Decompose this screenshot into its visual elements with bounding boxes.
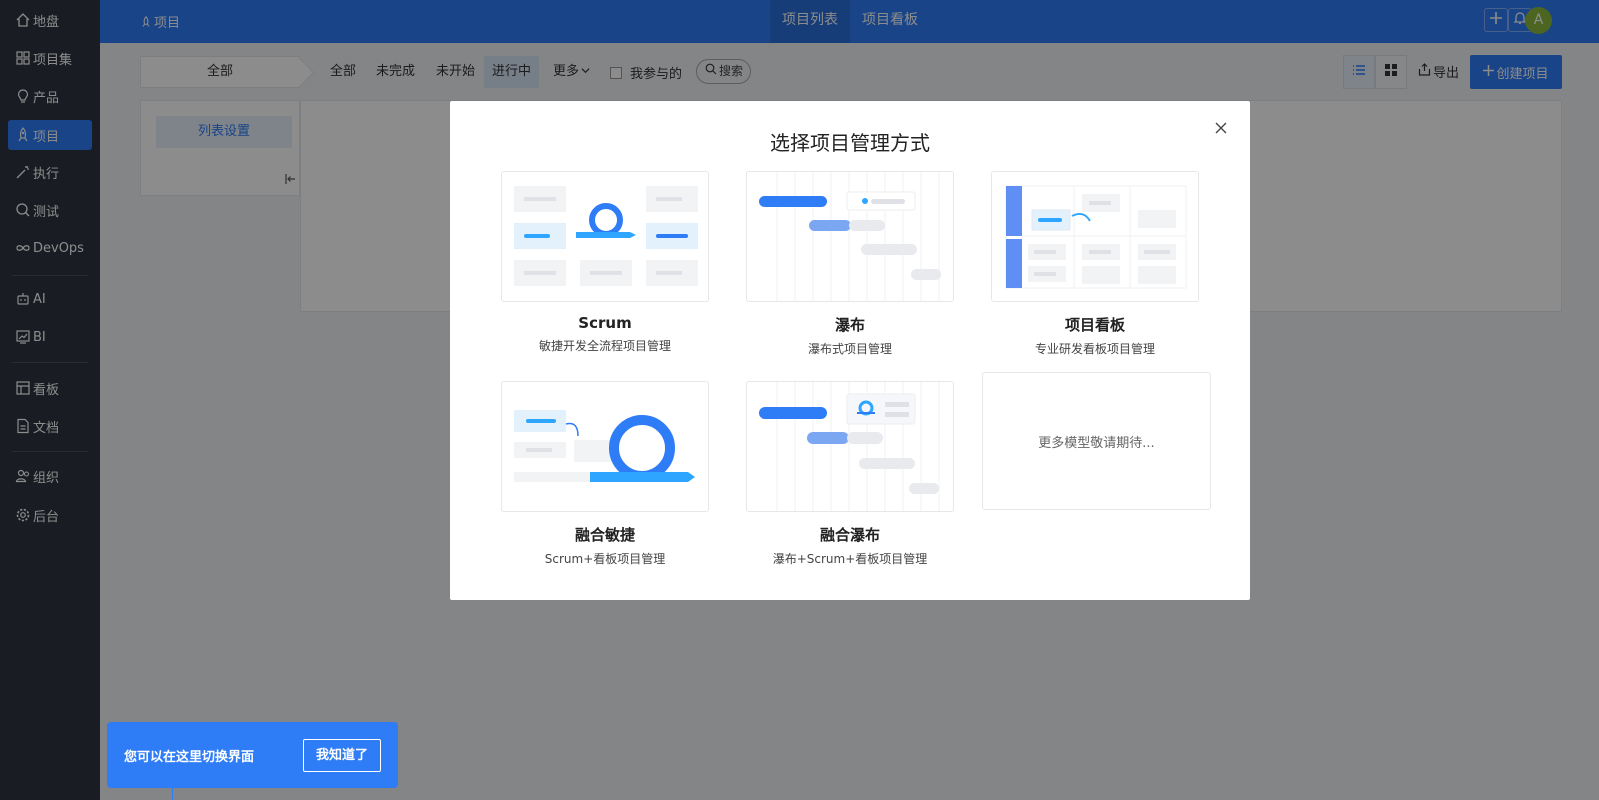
card-title: 融合瀑布	[819, 526, 880, 544]
modal-title: 选择项目管理方式	[770, 131, 930, 155]
choose-model-dialog: 选择项目管理方式 Scrum 敏捷开发全流程项目管理 瀑布 瀑布式项目管理 项目…	[450, 101, 1250, 600]
got-it-button[interactable]: 我知道了	[303, 739, 381, 772]
model-card-waterfall[interactable]: 瀑布 瀑布式项目管理	[746, 171, 954, 357]
card-description: Scrum+看板项目管理	[544, 552, 666, 566]
close-icon[interactable]	[1212, 119, 1230, 137]
card-description: 瀑布式项目管理	[807, 342, 892, 356]
scrum-illustration	[501, 171, 709, 302]
model-card-waterfall-plus[interactable]: 融合瀑布 瀑布+Scrum+看板项目管理	[746, 381, 954, 567]
card-title: 融合敏捷	[574, 526, 635, 544]
waterfall-illustration	[746, 171, 954, 302]
card-description: 瀑布+Scrum+看板项目管理	[772, 552, 928, 566]
waterfall-plus-illustration	[746, 381, 954, 512]
tooltip-pointer	[172, 788, 173, 800]
kanban-illustration	[991, 171, 1199, 302]
card-description: 敏捷开发全流程项目管理	[538, 339, 671, 353]
more-models-card: 更多模型敬请期待...	[982, 372, 1211, 510]
card-title: 项目看板	[1064, 316, 1125, 334]
model-card-scrum[interactable]: Scrum 敏捷开发全流程项目管理	[501, 171, 709, 354]
agile-plus-illustration	[501, 381, 709, 512]
card-title: Scrum	[578, 314, 632, 332]
tooltip-text: 您可以在这里切换界面	[124, 750, 255, 765]
model-card-agile-plus[interactable]: 融合敏捷 Scrum+看板项目管理	[501, 381, 709, 567]
guide-tooltip: 您可以在这里切换界面 我知道了	[107, 722, 398, 788]
card-title: 瀑布	[834, 316, 865, 334]
model-card-kanban[interactable]: 项目看板 专业研发看板项目管理	[991, 171, 1199, 357]
card-description: 专业研发看板项目管理	[1034, 342, 1155, 356]
